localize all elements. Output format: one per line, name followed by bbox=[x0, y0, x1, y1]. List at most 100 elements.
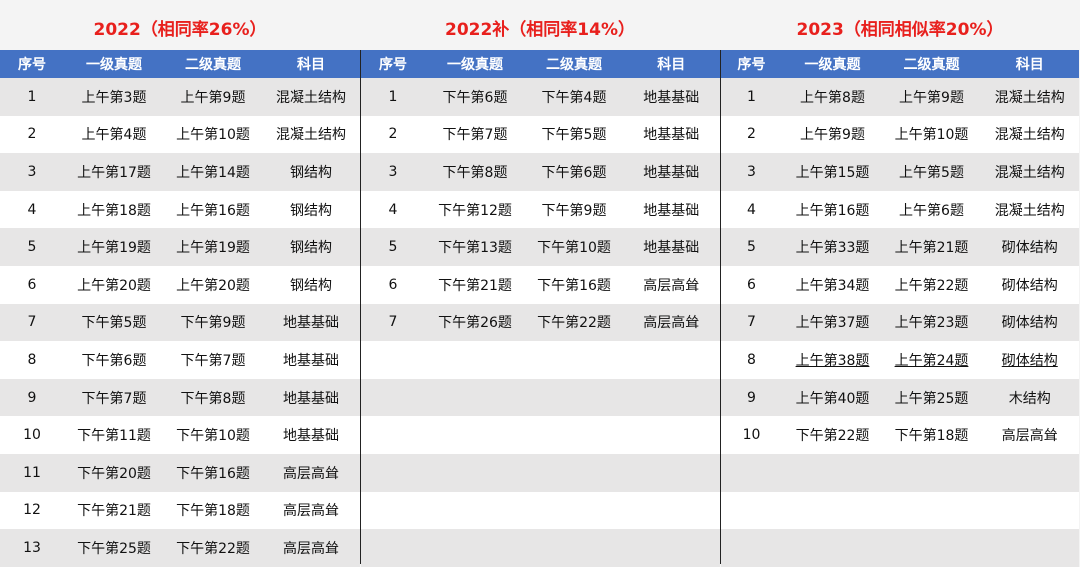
table-row: 1 上午第8题 上午第9题 混凝土结构 bbox=[720, 78, 1079, 116]
panel-2022-supplement: 序号 一级真题 二级真题 科目 1 下午第6题 下午第4题 地基基础 2 下午第7题 下午… bbox=[360, 50, 720, 567]
cell-level2: 下午第18题 bbox=[882, 416, 981, 454]
table-row bbox=[720, 453, 1079, 492]
cell-subject bbox=[980, 453, 1079, 492]
table-row: 12 下午第21题 下午第18题 高层高耸 bbox=[0, 491, 360, 530]
cell-level2: 下午第7题 bbox=[164, 341, 262, 379]
cell-subject bbox=[980, 491, 1079, 530]
cell-subject bbox=[623, 491, 720, 530]
table-row bbox=[361, 341, 720, 379]
cell-index: 6 bbox=[720, 265, 783, 304]
cell-index: 6 bbox=[0, 265, 64, 304]
cell-level1: 下午第12题 bbox=[425, 190, 525, 229]
cell-level2 bbox=[525, 453, 623, 492]
cell-level1: 上午第40题 bbox=[782, 378, 883, 417]
cell-index: 7 bbox=[361, 303, 425, 342]
col-header-level2: 二级真题 bbox=[525, 50, 623, 78]
cell-subject: 砌体结构 bbox=[980, 228, 1079, 266]
cell-subject: 高层高耸 bbox=[623, 265, 720, 304]
cell-level2: 上午第5题 bbox=[882, 153, 981, 191]
cell-level2: 上午第23题 bbox=[882, 303, 981, 342]
cell-index: 7 bbox=[720, 303, 783, 342]
cell-index bbox=[361, 453, 425, 492]
cell-index: 4 bbox=[720, 190, 783, 229]
cell-level2: 上午第20题 bbox=[164, 265, 262, 304]
table-row bbox=[720, 491, 1079, 530]
cell-level1: 下午第11题 bbox=[64, 416, 164, 454]
cell-index bbox=[361, 529, 425, 567]
cell-index: 1 bbox=[0, 78, 64, 116]
table-row: 2 上午第4题 上午第10题 混凝土结构 bbox=[0, 115, 360, 154]
table-row: 3 上午第15题 上午第5题 混凝土结构 bbox=[720, 153, 1079, 191]
cell-index: 2 bbox=[720, 115, 783, 154]
cell-level1 bbox=[425, 378, 525, 417]
cell-level1 bbox=[782, 453, 883, 492]
cell-subject: 高层高耸 bbox=[980, 416, 1079, 454]
table-2023: 序号 一级真题 二级真题 科目 1 上午第8题 上午第9题 混凝土结构 2 上午第9题上… bbox=[720, 50, 1079, 567]
cell-level2: 下午第10题 bbox=[525, 228, 623, 266]
cell-level1: 下午第22题 bbox=[782, 416, 883, 454]
cell-subject: 高层高耸 bbox=[623, 303, 720, 342]
cell-level2: 下午第18题 bbox=[164, 491, 262, 530]
cell-index: 5 bbox=[0, 228, 64, 266]
table-row bbox=[361, 453, 720, 492]
cell-level1: 上午第16题 bbox=[782, 190, 883, 229]
tables-grid: 序号 一级真题 二级真题 科目 1 上午第3题 上午第9题混凝土结构 2 上午第4题上… bbox=[0, 50, 1080, 567]
cell-subject: 地基基础 bbox=[262, 416, 360, 454]
cell-index: 5 bbox=[720, 228, 783, 266]
cell-level2: 上午第9题 bbox=[164, 78, 262, 116]
panel-2022: 序号 一级真题 二级真题 科目 1 上午第3题 上午第9题 混凝土结构 2 上午第4题上… bbox=[0, 50, 360, 567]
table-row: 8 上午第38题 上午第24题 砌体结构 bbox=[720, 341, 1079, 379]
cell-level1: 上午第15题 bbox=[782, 153, 883, 191]
cell-level2: 下午第9题 bbox=[164, 303, 262, 342]
cell-index: 7 bbox=[0, 303, 64, 342]
panel-title-2022: 2022（相同率26%） bbox=[93, 20, 267, 40]
table-row: 11 下午第20题 下午第16题 高层高耸 bbox=[0, 453, 360, 492]
cell-level1 bbox=[425, 529, 525, 567]
col-header-index: 序号 bbox=[361, 50, 425, 78]
cell-subject bbox=[623, 416, 720, 454]
cell-level2: 上午第10题 bbox=[882, 115, 981, 154]
col-header-subject: 科目 bbox=[980, 50, 1079, 78]
table-row: 3 上午第17题 上午第14题 钢结构 bbox=[0, 153, 360, 191]
cell-subject: 钢结构 bbox=[262, 265, 360, 304]
header-row: 序号 一级真题 二级真题 科目 bbox=[720, 50, 1079, 78]
cell-subject: 混凝土结构 bbox=[980, 190, 1079, 229]
cell-subject: 高层高耸 bbox=[262, 453, 360, 492]
cell-level1: 下午第25题 bbox=[64, 529, 164, 567]
cell-level1: 下午第6题 bbox=[64, 341, 164, 379]
table-row: 7 下午第5题 下午第9题 地基基础 bbox=[0, 303, 360, 342]
cell-level2 bbox=[882, 453, 981, 492]
table-row: 1 下午第6题 下午第4题 地基基础 bbox=[361, 78, 720, 116]
table-row: 6 上午第20题 上午第20题 钢结构 bbox=[0, 265, 360, 304]
table-row bbox=[361, 491, 720, 530]
cell-level2: 下午第16题 bbox=[164, 453, 262, 492]
table-row: 13 下午第25题 下午第22题 高层高耸 bbox=[0, 529, 360, 567]
cell-level1: 上午第20题 bbox=[64, 265, 164, 304]
cell-index: 8 bbox=[0, 341, 64, 379]
cell-subject: 砌体结构 bbox=[980, 303, 1079, 342]
cell-subject: 地基基础 bbox=[623, 115, 720, 154]
cell-level1 bbox=[425, 341, 525, 379]
cell-level2: 下午第5题 bbox=[525, 115, 623, 154]
cell-level1: 下午第26题 bbox=[425, 303, 525, 342]
cell-index bbox=[720, 491, 783, 530]
cell-level1: 上午第17题 bbox=[64, 153, 164, 191]
cell-index: 4 bbox=[0, 190, 64, 229]
cell-index: 9 bbox=[720, 378, 783, 417]
cell-level2: 上午第16题 bbox=[164, 190, 262, 229]
cell-level1 bbox=[782, 491, 883, 530]
cell-level2: 上午第21题 bbox=[882, 228, 981, 266]
cell-subject: 地基基础 bbox=[623, 228, 720, 266]
cell-subject: 砌体结构 bbox=[980, 341, 1079, 379]
cell-level1: 下午第7题 bbox=[64, 378, 164, 417]
cell-level1: 下午第7题 bbox=[425, 115, 525, 154]
cell-level1 bbox=[425, 453, 525, 492]
cell-level2: 下午第10题 bbox=[164, 416, 262, 454]
table-row: 7 下午第26题 下午第22题 高层高耸 bbox=[361, 303, 720, 342]
cell-level2: 下午第22题 bbox=[164, 529, 262, 567]
cell-level1: 上午第3题 bbox=[64, 78, 164, 116]
cell-level2: 上午第19题 bbox=[164, 228, 262, 266]
cell-level1: 下午第21题 bbox=[64, 491, 164, 530]
cell-level1: 上午第8题 bbox=[782, 78, 883, 116]
cell-level2: 下午第6题 bbox=[525, 153, 623, 191]
